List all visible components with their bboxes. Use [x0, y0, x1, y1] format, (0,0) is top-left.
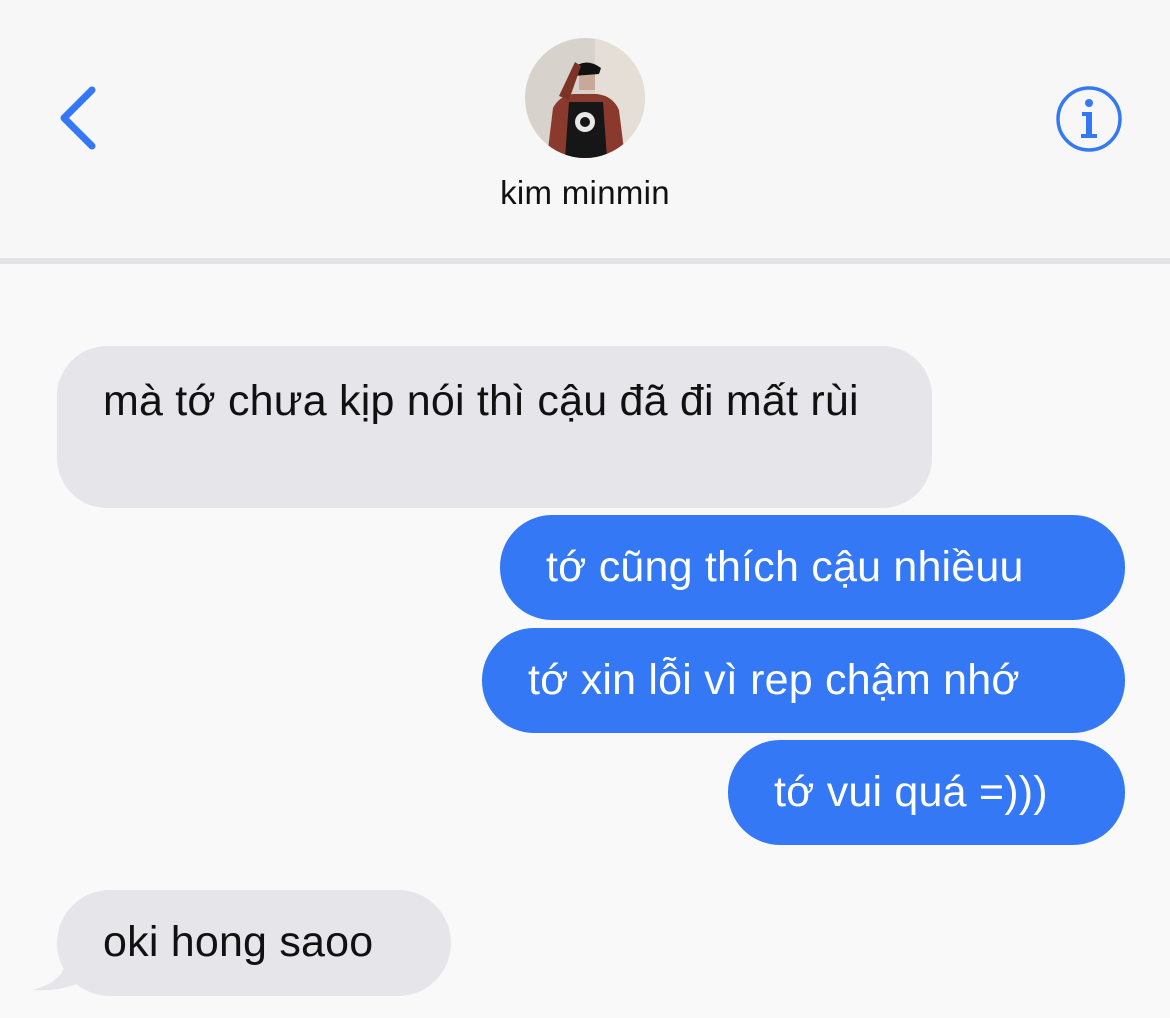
chevron-left-icon — [60, 86, 96, 150]
header-divider — [0, 258, 1170, 264]
info-button[interactable] — [1054, 84, 1124, 154]
message-bubble-received[interactable]: mà tớ chưa kịp nói thì cậu đã đi mất rùi — [57, 346, 932, 508]
back-button[interactable] — [52, 80, 112, 160]
contact-name[interactable]: kim minmin — [385, 174, 785, 212]
message-bubble-received[interactable]: oki hong saoo — [57, 890, 451, 996]
info-circle-icon — [1056, 86, 1122, 152]
message-bubble-sent[interactable]: tớ vui quá =))) — [728, 740, 1125, 845]
avatar-photo — [525, 38, 645, 158]
message-bubble-sent[interactable]: tớ cũng thích cậu nhiềuu — [500, 515, 1125, 620]
avatar[interactable] — [525, 38, 645, 158]
message-bubble-sent[interactable]: tớ xin lỗi vì rep chậm nhớ — [482, 628, 1125, 733]
